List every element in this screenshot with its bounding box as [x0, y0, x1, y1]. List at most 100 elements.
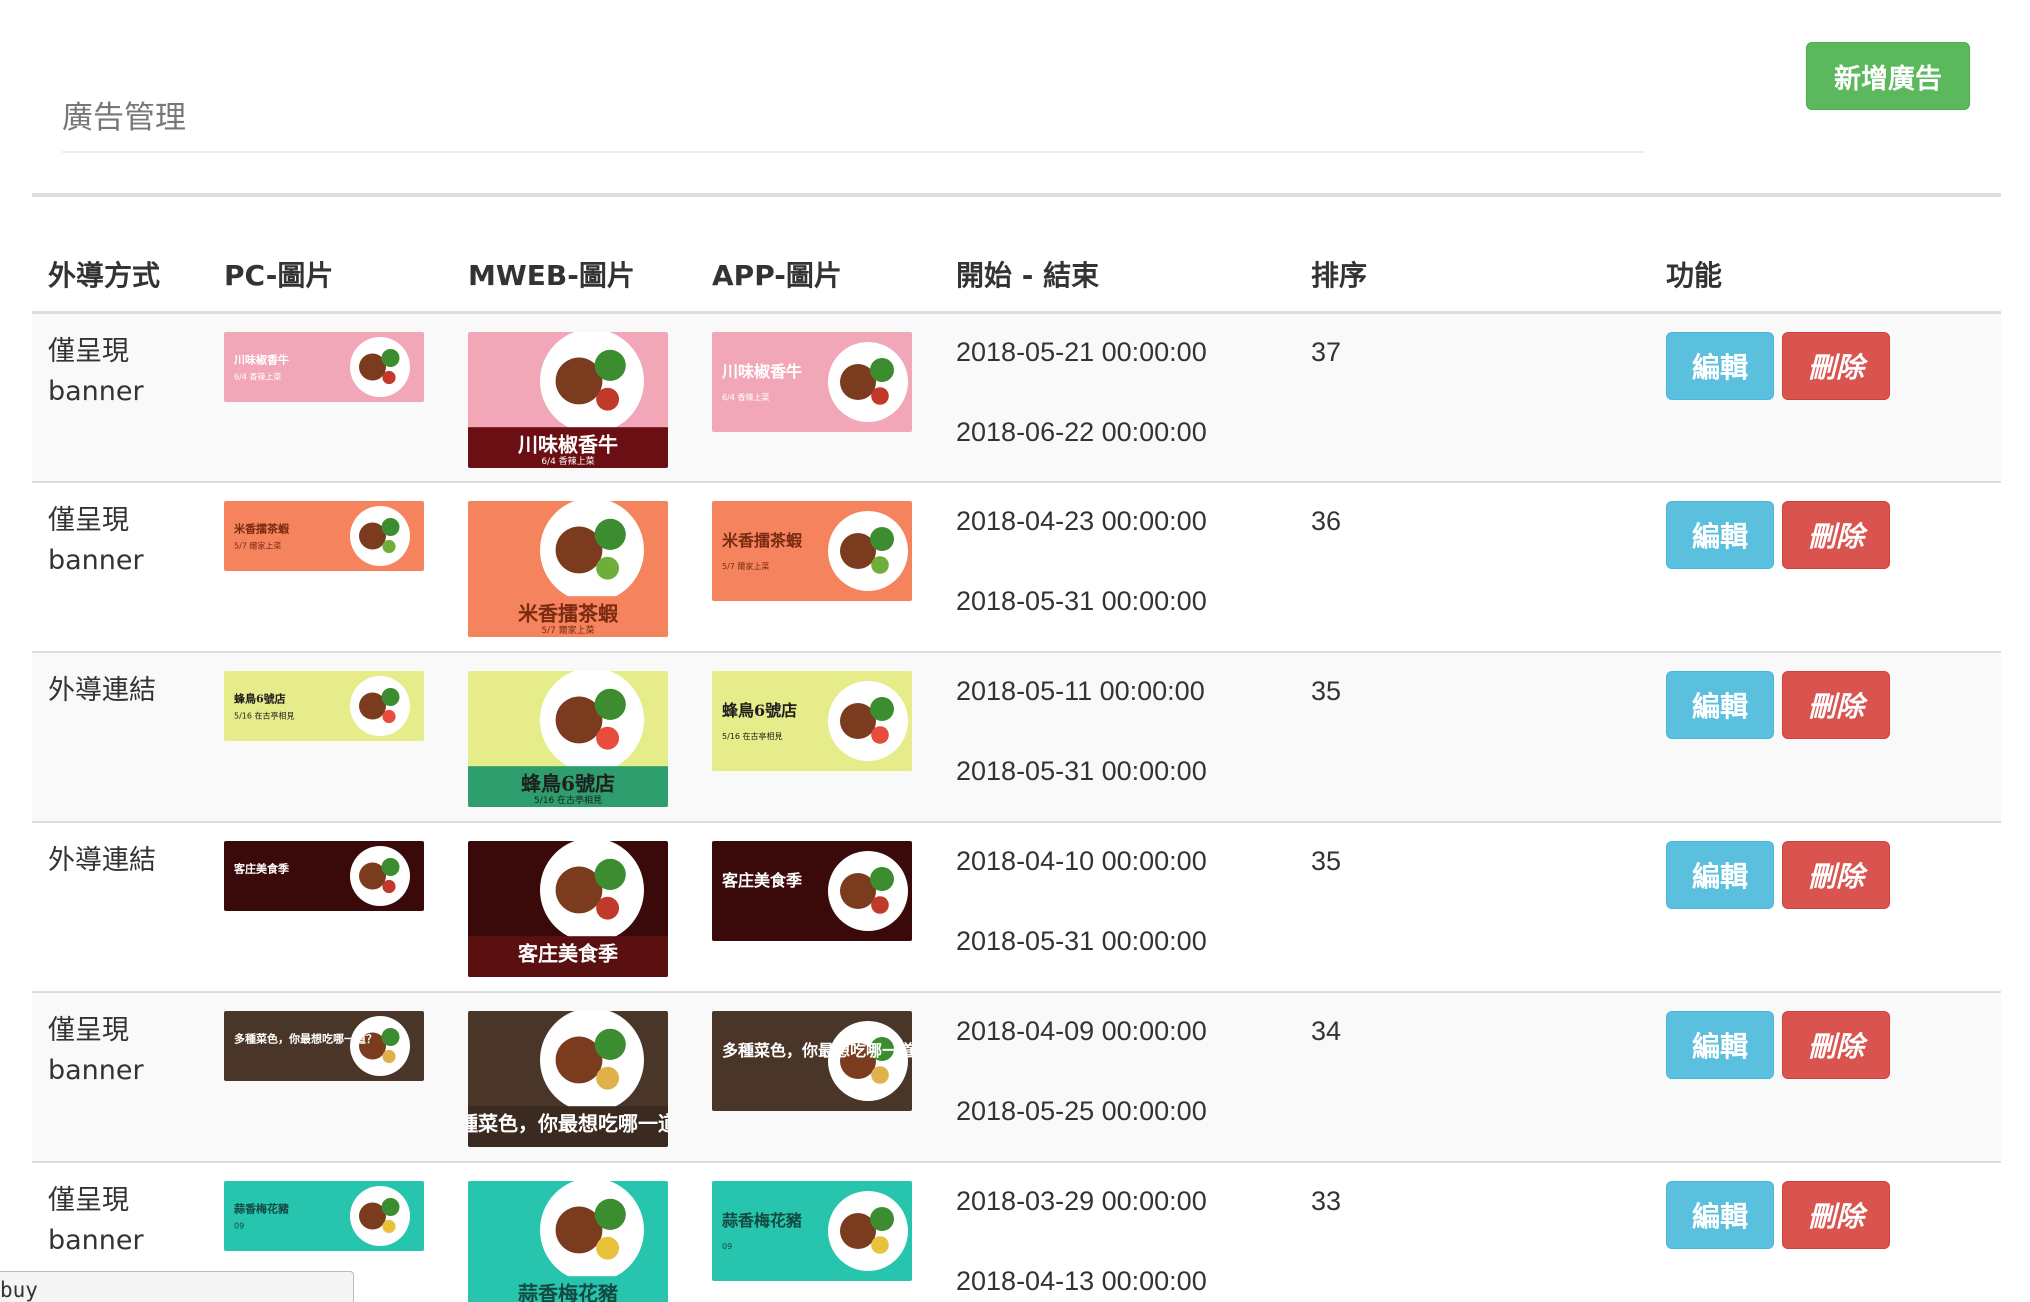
pc-banner-image[interactable]: 蒜香梅花豬 09 [224, 1181, 424, 1251]
banner-title-text: 蜂鳥6號店 [722, 701, 797, 720]
column-header-actions: 功能 [1650, 238, 2001, 314]
app-banner-image[interactable]: 米香擂茶蝦 5/7 爾家上菜 [712, 501, 912, 601]
greens-shape [594, 688, 626, 720]
start-date: 2018-05-21 00:00:00 [956, 336, 1207, 367]
banner-graphic-mweb: 蒜香梅花豬09 [468, 1181, 668, 1302]
delete-button[interactable]: 刪除 [1782, 331, 1890, 400]
banner-subtitle-text: 5/7 爾家上菜 [541, 624, 594, 636]
mweb-banner-image[interactable]: 多種菜色，你最想吃哪一道？ [468, 1011, 668, 1147]
cell-mweb-image: 多種菜色，你最想吃哪一道？ [452, 991, 696, 1162]
banner-title-text: 多種菜色，你最想吃哪一道？ [468, 1112, 668, 1136]
mweb-banner-image[interactable]: 客庄美食季 [468, 841, 668, 977]
app-banner-image[interactable]: 多種菜色，你最想吃哪一道？ [712, 1011, 912, 1111]
method-text: 僅呈現 banner [48, 505, 144, 576]
garnish-shape [382, 370, 396, 384]
garnish-shape [382, 709, 396, 724]
app-banner-image[interactable]: 川味椒香牛 6/4 香辣上菜 [712, 331, 912, 432]
banner-subtitle-text: 09 [722, 1242, 732, 1251]
pc-banner-image[interactable]: 客庄美食季 [224, 841, 424, 911]
cell-order: 34 [1295, 991, 1650, 1162]
pc-banner-image[interactable]: 川味椒香牛 6/4 香辣上菜 [224, 331, 424, 402]
banner-graphic-app: 米香擂茶蝦 5/7 爾家上菜 [712, 501, 912, 601]
greens-shape [381, 1028, 400, 1046]
bottom-status-tab[interactable]: buy [0, 1271, 354, 1302]
banner-subtitle-text: 5/7 爾家上菜 [234, 541, 281, 551]
app-banner-image[interactable]: 蜂鳥6號店 5/16 在古亭相見 [712, 671, 912, 771]
edit-button[interactable]: 編輯 [1666, 1011, 1774, 1079]
delete-button[interactable]: 刪除 [1782, 501, 1890, 569]
cell-date-range: 2018-05-11 00:00:00 2018-05-31 00:00:00 [940, 651, 1295, 822]
cell-actions: 編輯 刪除 [1650, 311, 2001, 482]
ad-table: 外導方式 PC-圖片 MWEB-圖片 APP-圖片 開始 - 結束 排序 功能 … [32, 238, 2001, 1302]
garnish-shape [382, 1219, 396, 1234]
end-date: 2018-05-31 00:00:00 [956, 756, 1207, 786]
cell-method: 僅呈現 banner [32, 311, 208, 482]
method-text: 外導連結 [48, 675, 156, 706]
cell-date-range: 2018-05-21 00:00:00 2018-06-22 00:00:00 [940, 311, 1295, 482]
column-header-method: 外導方式 [32, 238, 208, 314]
cell-date-range: 2018-04-10 00:00:00 2018-05-31 00:00:00 [940, 821, 1295, 992]
column-header-mweb-image: MWEB-圖片 [452, 238, 696, 314]
banner-graphic-pc: 多種菜色，你最想吃哪一道？ [224, 1011, 424, 1081]
banner-graphic-app: 客庄美食季 [712, 841, 912, 941]
method-text: 僅呈現 banner [48, 1015, 144, 1086]
greens-shape [381, 518, 400, 536]
start-date: 2018-05-11 00:00:00 [956, 676, 1205, 706]
greens-shape [870, 527, 894, 551]
greens-shape [594, 1198, 626, 1230]
garnish-shape [871, 1066, 889, 1084]
edit-button[interactable]: 編輯 [1666, 671, 1774, 739]
edit-button[interactable]: 編輯 [1666, 1181, 1774, 1249]
delete-button[interactable]: 刪除 [1782, 1011, 1890, 1079]
banner-subtitle-text: 6/4 香辣上菜 [722, 392, 769, 402]
garnish-shape [596, 556, 620, 580]
end-date: 2018-05-31 00:00:00 [956, 926, 1207, 956]
greens-shape [594, 858, 626, 890]
edit-button[interactable]: 編輯 [1666, 331, 1774, 400]
app-banner-image[interactable]: 客庄美食季 [712, 841, 912, 941]
end-date: 2018-06-22 00:00:00 [956, 416, 1207, 447]
pc-banner-image[interactable]: 多種菜色，你最想吃哪一道？ [224, 1011, 424, 1081]
table-row: 外導連結 客庄美食季 客庄美食季 客庄美食季 2018-04-10 00:00:00 20… [32, 821, 2001, 992]
garnish-shape [596, 726, 620, 750]
cell-app-image: 多種菜色，你最想吃哪一道？ [696, 991, 940, 1162]
banner-title-text: 客庄美食季 [517, 942, 618, 966]
add-ad-button[interactable]: 新增廣告 [1806, 42, 1970, 110]
banner-subtitle-text: 09 [234, 1222, 244, 1231]
order-value: 35 [1311, 846, 1342, 876]
mweb-banner-image[interactable]: 川味椒香牛 6/4 香辣上菜 [468, 331, 668, 468]
greens-shape [870, 357, 894, 382]
banner-title-text: 米香擂茶蝦 [233, 522, 290, 536]
garnish-shape [382, 1049, 396, 1064]
cell-app-image: 米香擂茶蝦 5/7 爾家上菜 [696, 481, 940, 652]
method-text: 僅呈現 banner [48, 1185, 144, 1256]
delete-button[interactable]: 刪除 [1782, 841, 1890, 909]
mweb-banner-image[interactable]: 蜂鳥6號店 5/16 在古亭相見 [468, 671, 668, 807]
delete-button[interactable]: 刪除 [1782, 671, 1890, 739]
banner-graphic-mweb: 多種菜色，你最想吃哪一道？ [468, 1011, 668, 1147]
column-header-pc-image: PC-圖片 [208, 238, 452, 314]
app-banner-image[interactable]: 蒜香梅花豬 09 [712, 1181, 912, 1281]
greens-shape [381, 858, 400, 876]
cell-mweb-image: 蒜香梅花豬09 [452, 1161, 696, 1302]
pc-banner-image[interactable]: 米香擂茶蝦 5/7 爾家上菜 [224, 501, 424, 571]
order-value: 34 [1311, 1016, 1342, 1046]
banner-graphic-mweb: 客庄美食季 [468, 841, 668, 977]
pc-banner-image[interactable]: 蜂鳥6號店 5/16 在古亭相見 [224, 671, 424, 741]
cell-pc-image: 川味椒香牛 6/4 香辣上菜 [208, 311, 452, 482]
banner-subtitle-text: 5/7 爾家上菜 [722, 561, 769, 571]
edit-button[interactable]: 編輯 [1666, 841, 1774, 909]
banner-title-text: 蜂鳥6號店 [234, 692, 286, 706]
banner-title-text: 米香擂茶蝦 [722, 531, 803, 550]
banner-graphic-mweb: 米香擂茶蝦5/7 爾家上菜 [468, 501, 668, 637]
order-value: 36 [1311, 506, 1342, 536]
title-divider [62, 151, 1644, 153]
edit-button[interactable]: 編輯 [1666, 501, 1774, 569]
delete-button[interactable]: 刪除 [1782, 1181, 1890, 1249]
mweb-banner-image[interactable]: 米香擂茶蝦 5/7 爾家上菜 [468, 501, 668, 637]
table-row: 僅呈現 banner 川味椒香牛 6/4 香辣上菜 川味椒香牛 6/4 香辣上菜 川味椒香… [32, 311, 2001, 482]
banner-title-text: 蒜香梅花豬 [722, 1211, 802, 1230]
cell-method: 僅呈現 banner [32, 481, 208, 652]
cell-mweb-image: 川味椒香牛 6/4 香辣上菜 [452, 311, 696, 482]
mweb-banner-image[interactable]: 蒜香梅花豬09 [468, 1181, 668, 1302]
